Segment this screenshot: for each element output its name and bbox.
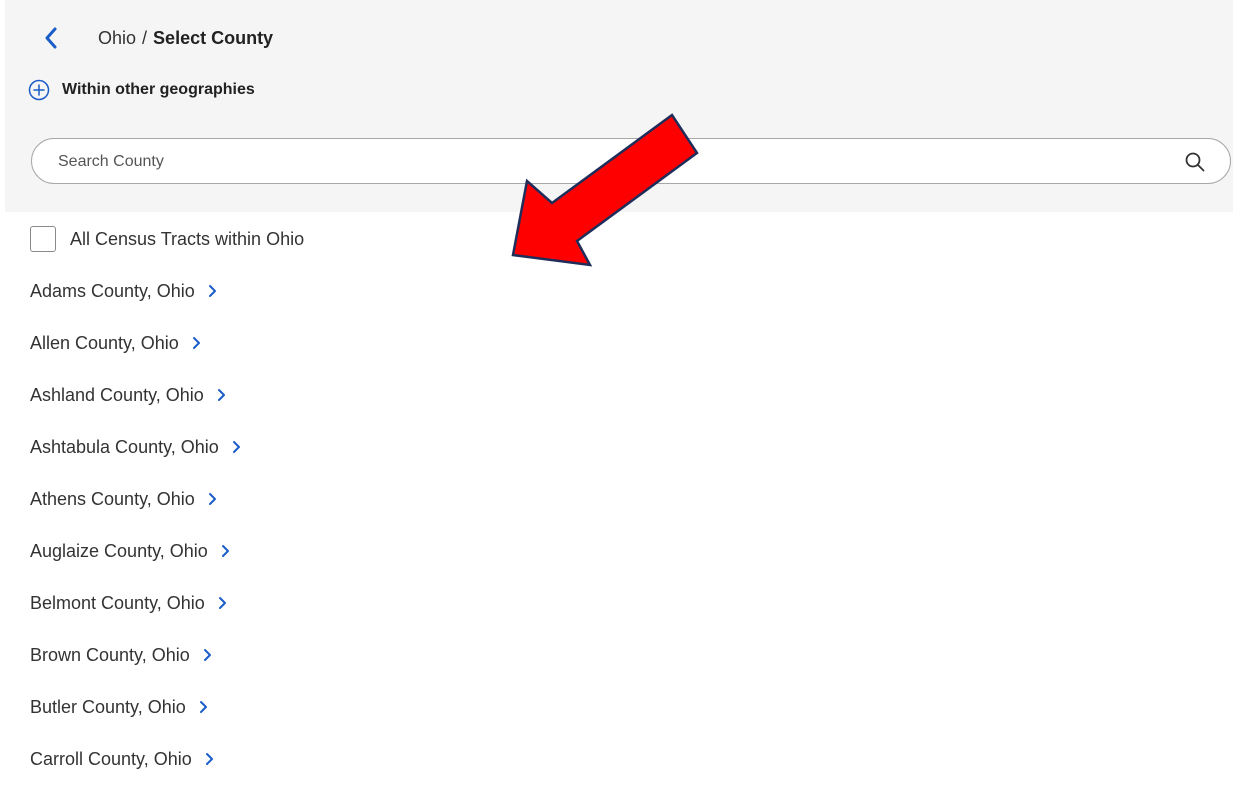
county-label: Ashland County, Ohio (30, 385, 204, 405)
annotation-arrow (511, 113, 699, 267)
breadcrumb-separator: / (142, 27, 148, 48)
chevron-right-icon (220, 537, 232, 565)
county-list: Adams County, Ohio Allen County, Ohio As… (30, 277, 243, 797)
county-label: Carroll County, Ohio (30, 749, 192, 769)
breadcrumb-state[interactable]: Ohio (98, 28, 136, 48)
chevron-right-icon (191, 329, 203, 357)
county-label: Athens County, Ohio (30, 489, 195, 509)
county-label: Adams County, Ohio (30, 281, 195, 301)
list-item[interactable]: Carroll County, Ohio (30, 745, 243, 797)
plus-circle-icon (28, 79, 50, 101)
all-census-tracts-label[interactable]: All Census Tracts within Ohio (70, 229, 304, 250)
county-label: Brown County, Ohio (30, 645, 190, 665)
list-item[interactable]: Ashland County, Ohio (30, 381, 243, 433)
list-item[interactable]: Allen County, Ohio (30, 329, 243, 381)
breadcrumb-current: Select County (153, 27, 274, 48)
chevron-right-icon (207, 485, 219, 513)
county-label: Allen County, Ohio (30, 333, 179, 353)
chevron-right-icon (231, 433, 243, 461)
within-other-geographies-label: Within other geographies (62, 81, 255, 98)
list-item[interactable]: Belmont County, Ohio (30, 589, 243, 641)
all-census-tracts-row: All Census Tracts within Ohio (30, 225, 304, 253)
county-label: Ashtabula County, Ohio (30, 437, 219, 457)
chevron-right-icon (217, 589, 229, 617)
back-button[interactable] (40, 24, 62, 52)
within-other-geographies-button[interactable]: Within other geographies (28, 78, 255, 102)
list-item[interactable]: Ashtabula County, Ohio (30, 433, 243, 485)
chevron-right-icon (207, 277, 219, 305)
chevron-left-icon (45, 27, 57, 49)
search-icon[interactable] (1184, 151, 1206, 173)
list-item[interactable]: Auglaize County, Ohio (30, 537, 243, 589)
list-item[interactable]: Athens County, Ohio (30, 485, 243, 537)
list-item[interactable]: Brown County, Ohio (30, 641, 243, 693)
list-item[interactable]: Butler County, Ohio (30, 693, 243, 745)
chevron-right-icon (198, 693, 210, 721)
county-label: Auglaize County, Ohio (30, 541, 208, 561)
county-label: Belmont County, Ohio (30, 593, 205, 613)
chevron-right-icon (202, 641, 214, 669)
chevron-right-icon (204, 745, 216, 773)
breadcrumb: Ohio / Select County (40, 24, 273, 52)
chevron-right-icon (216, 381, 228, 409)
list-item[interactable]: Adams County, Ohio (30, 277, 243, 329)
all-census-tracts-checkbox[interactable] (30, 226, 56, 252)
county-label: Butler County, Ohio (30, 697, 186, 717)
page-title: Ohio / Select County (98, 28, 273, 49)
